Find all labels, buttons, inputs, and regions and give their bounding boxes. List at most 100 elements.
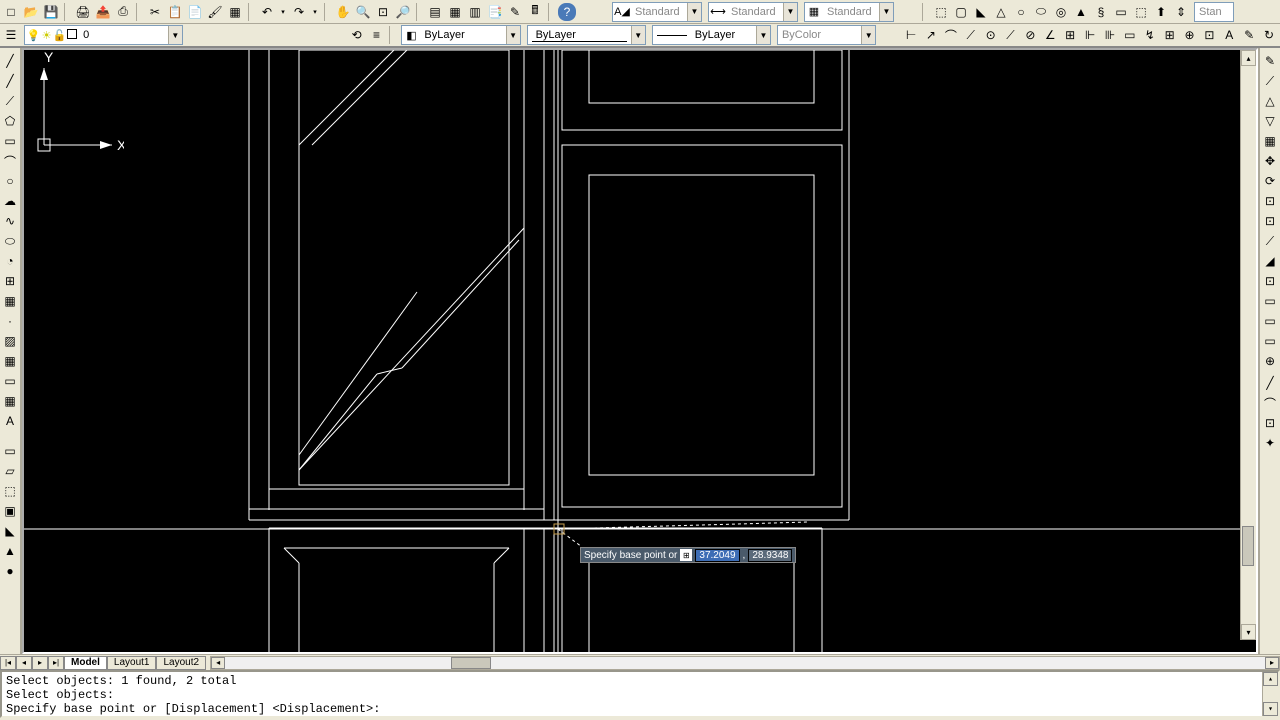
copy-obj-icon[interactable]: ⟋: [1261, 72, 1279, 90]
chamfer-icon[interactable]: ▭: [1261, 312, 1279, 330]
dim-linear-icon[interactable]: ⊢: [902, 26, 920, 44]
dim-diameter-icon[interactable]: ⊘: [1021, 26, 1039, 44]
command-prompt[interactable]: Specify base point or [Displacement] <Di…: [6, 702, 1274, 716]
circle-icon[interactable]: ○: [1, 172, 19, 190]
sheetset-icon[interactable]: 📑: [486, 3, 504, 21]
lineweight-dropdown[interactable]: ByLayer ▼: [527, 25, 646, 45]
zoom-window-icon[interactable]: ⊡: [374, 3, 392, 21]
cut-icon[interactable]: ✂: [146, 3, 164, 21]
plot-icon[interactable]: ⎙: [114, 3, 132, 21]
displacement-icon[interactable]: ⊞: [680, 549, 692, 561]
point-icon[interactable]: ·: [1, 312, 19, 330]
designcenter-icon[interactable]: ▦: [446, 3, 464, 21]
visualstyle-dropdown[interactable]: Stan: [1194, 2, 1234, 22]
layer-states-icon[interactable]: ≡: [368, 26, 386, 44]
dynamic-y-input[interactable]: 28.9348: [748, 549, 792, 562]
dim-angular-icon[interactable]: ∠: [1041, 26, 1059, 44]
break-icon[interactable]: ⊡: [1261, 272, 1279, 290]
scroll-down-icon[interactable]: ▾: [1241, 624, 1256, 640]
wedge3d-icon[interactable]: ◣: [1, 522, 19, 540]
hatch-icon[interactable]: ▨: [1, 332, 19, 350]
block-ref-icon[interactable]: ⊡: [1261, 414, 1279, 432]
dim-break-icon[interactable]: ↯: [1141, 26, 1159, 44]
revcloud-icon[interactable]: ☁: [1, 192, 19, 210]
copy-icon[interactable]: 📋: [166, 3, 184, 21]
scale-icon[interactable]: ⊡: [1261, 192, 1279, 210]
ellipse-arc-icon[interactable]: ◔: [1, 252, 19, 270]
offset-icon[interactable]: ▽: [1261, 112, 1279, 130]
toolpalettes-icon[interactable]: ▥: [466, 3, 484, 21]
polysolid-icon[interactable]: ▭: [1112, 3, 1130, 21]
markup-icon[interactable]: ✎: [506, 3, 524, 21]
rotate-icon[interactable]: ⟳: [1261, 172, 1279, 190]
gradient-icon[interactable]: ▦: [1, 352, 19, 370]
command-window[interactable]: Select objects: 1 found, 2 total Select …: [0, 670, 1280, 718]
ellipse-icon[interactable]: ⬭: [1, 232, 19, 250]
chevron-down-icon[interactable]: ▼: [506, 26, 520, 44]
polygon-icon[interactable]: ⬠: [1, 112, 19, 130]
dim-radius-icon[interactable]: ⊙: [982, 26, 1000, 44]
cylinder-icon[interactable]: ⬭: [1032, 3, 1050, 21]
command-scrollbar[interactable]: ▴ ▾: [1262, 672, 1278, 716]
mirror-icon[interactable]: △: [1261, 92, 1279, 110]
sphere-icon[interactable]: ○: [1012, 3, 1030, 21]
dim-tedit-icon[interactable]: ✎: [1240, 26, 1258, 44]
textstyle-dropdown[interactable]: A◢ Standard ▼: [612, 2, 702, 22]
workspace-icon[interactable]: ⬚: [932, 3, 950, 21]
match-icon[interactable]: 🖌: [206, 3, 224, 21]
dim-ordinate-icon[interactable]: ⟋: [962, 26, 980, 44]
dim-quick-icon[interactable]: ⊞: [1061, 26, 1079, 44]
chevron-down-icon[interactable]: ▼: [861, 26, 875, 44]
layer-dropdown[interactable]: 💡 ☀ 🔓 0 ▼: [24, 25, 183, 45]
move-icon[interactable]: ✥: [1261, 152, 1279, 170]
scroll-left-icon[interactable]: ◂: [211, 657, 225, 669]
box-icon[interactable]: ▢: [952, 3, 970, 21]
xline-icon[interactable]: ╱: [1, 72, 19, 90]
redo-dropdown-icon[interactable]: ▾: [310, 3, 320, 21]
dimstyle-dropdown[interactable]: ⟷ Standard ▼: [708, 2, 798, 22]
layer-prev-icon[interactable]: ⟲: [348, 26, 366, 44]
make-block-icon[interactable]: ▦: [1, 292, 19, 310]
properties-icon[interactable]: ▤: [426, 3, 444, 21]
undo-icon[interactable]: ↶: [258, 3, 276, 21]
extend-icon[interactable]: ◢: [1261, 252, 1279, 270]
cmd-scroll-up-icon[interactable]: ▴: [1263, 672, 1278, 686]
dim-aligned-icon[interactable]: ↗: [922, 26, 940, 44]
chevron-down-icon[interactable]: ▼: [687, 3, 701, 21]
presspull-icon[interactable]: ⇕: [1172, 3, 1190, 21]
pyramid3d-icon[interactable]: ▲: [1, 542, 19, 560]
chevron-down-icon[interactable]: ▼: [168, 26, 182, 44]
torus-icon[interactable]: ◎: [1052, 3, 1070, 21]
chevron-down-icon[interactable]: ▼: [631, 26, 645, 44]
open-icon[interactable]: 📂: [22, 3, 40, 21]
extrude-icon[interactable]: ⬆: [1152, 3, 1170, 21]
scroll-right-icon[interactable]: ▸: [1265, 657, 1279, 669]
polyline-icon[interactable]: ⟋: [1, 92, 19, 110]
sparkle-icon[interactable]: ✦: [1261, 434, 1279, 452]
vertical-scrollbar[interactable]: ▴ ▾: [1240, 50, 1256, 640]
dim-inspect-icon[interactable]: ⊡: [1200, 26, 1218, 44]
rectangle-icon[interactable]: ▭: [1, 132, 19, 150]
dim-jogged-icon[interactable]: ⟋: [1002, 26, 1020, 44]
cone-icon[interactable]: △: [992, 3, 1010, 21]
dim-arc-icon[interactable]: ⌒: [942, 26, 960, 44]
sphere3d-icon[interactable]: ●: [1, 562, 19, 580]
mesh-icon[interactable]: ▣: [1, 502, 19, 520]
wedge-icon[interactable]: ◣: [972, 3, 990, 21]
stretch-icon[interactable]: ⊡: [1261, 212, 1279, 230]
mtext-icon[interactable]: A: [1, 412, 19, 430]
block-icon[interactable]: ▦: [226, 3, 244, 21]
tab-next-icon[interactable]: ▸: [32, 656, 48, 670]
helix-icon[interactable]: §: [1092, 3, 1110, 21]
plotstyle-dropdown[interactable]: ByColor ▼: [777, 25, 876, 45]
zoom-prev-icon[interactable]: 🔎: [394, 3, 412, 21]
cmd-scroll-down-icon[interactable]: ▾: [1263, 702, 1278, 716]
dim-edit-icon[interactable]: A: [1220, 26, 1238, 44]
new-icon[interactable]: □: [2, 3, 20, 21]
planar-icon[interactable]: ⬚: [1132, 3, 1150, 21]
paste-icon[interactable]: 📄: [186, 3, 204, 21]
tab-layout1[interactable]: Layout1: [107, 656, 157, 670]
region-icon[interactable]: ▭: [1, 372, 19, 390]
chevron-down-icon[interactable]: ▼: [756, 26, 770, 44]
pyramid-icon[interactable]: ▲: [1072, 3, 1090, 21]
